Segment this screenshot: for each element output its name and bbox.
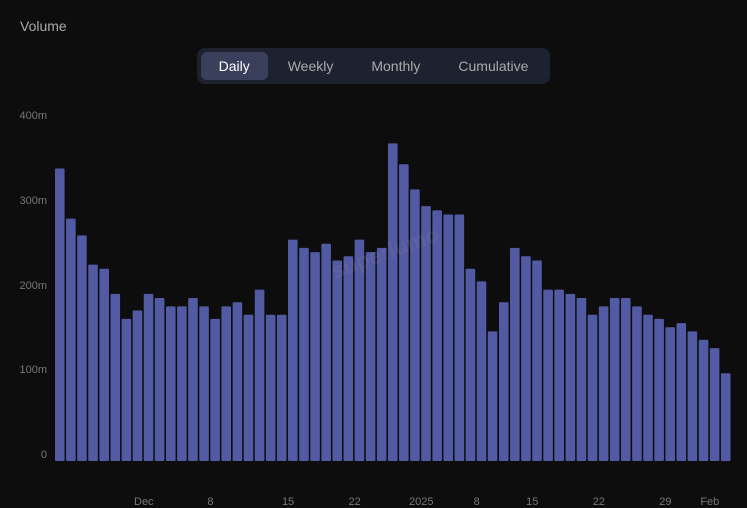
- bar-chart-svg: [55, 110, 732, 461]
- x-label-15: 15: [282, 496, 294, 508]
- bar-chart-area: [55, 110, 732, 461]
- y-label-400m: 400m: [19, 110, 47, 122]
- x-label-29: 29: [659, 496, 671, 508]
- y-label-100m: 100m: [19, 364, 47, 376]
- y-label-0: 0: [41, 449, 47, 461]
- x-label-22: 22: [593, 496, 605, 508]
- x-label-Dec: Dec: [134, 496, 154, 508]
- y-label-300m: 300m: [19, 195, 47, 207]
- tab-daily[interactable]: Daily: [201, 52, 268, 80]
- y-label-200m: 200m: [19, 280, 47, 292]
- tab-bar: Daily Weekly Monthly Cumulative: [197, 48, 551, 84]
- tab-cumulative[interactable]: Cumulative: [440, 52, 546, 80]
- chart-container: Volume Daily Weekly Monthly Cumulative 4…: [0, 0, 747, 506]
- tab-weekly[interactable]: Weekly: [270, 52, 352, 80]
- x-label-8: 8: [474, 496, 480, 508]
- x-label-8: 8: [207, 496, 213, 508]
- x-label-15: 15: [526, 496, 538, 508]
- x-label-2025: 2025: [409, 496, 433, 508]
- x-label-Feb: Feb: [700, 496, 719, 508]
- x-label-22: 22: [349, 496, 361, 508]
- tab-monthly[interactable]: Monthly: [353, 52, 438, 80]
- chart-title: Volume: [20, 18, 67, 34]
- y-axis: 400m 300m 200m 100m 0: [0, 110, 55, 461]
